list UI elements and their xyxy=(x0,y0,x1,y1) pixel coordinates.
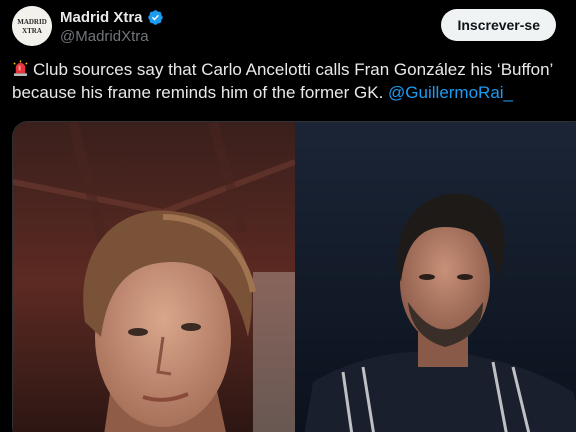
avatar-text-bottom: XTRA xyxy=(22,27,42,35)
display-name[interactable]: Madrid Xtra xyxy=(60,9,143,26)
photo-right xyxy=(295,122,576,432)
tweet-card[interactable]: MADRID XTRA Madrid Xtra @MadridXtra Insc… xyxy=(0,0,576,432)
tweet-header: MADRID XTRA Madrid Xtra @MadridXtra Insc… xyxy=(12,6,560,46)
police-siren-icon xyxy=(12,60,29,77)
tweet-text-line-2: because his frame reminds him of the for… xyxy=(12,81,574,104)
mention-link[interactable]: @GuillermoRai_ xyxy=(388,83,513,102)
account-handle[interactable]: @MadridXtra xyxy=(60,28,164,45)
follow-button[interactable]: Inscrever-se xyxy=(441,9,556,41)
avatar-text-top: MADRID xyxy=(17,18,47,26)
verified-badge-icon xyxy=(147,9,164,26)
avatar[interactable]: MADRID XTRA xyxy=(12,6,52,46)
photo-left xyxy=(13,122,297,432)
tweet-text-body-1: Club sources say that Carlo Ancelotti ca… xyxy=(33,60,554,79)
tweet-text-body-2: because his frame reminds him of the for… xyxy=(12,83,384,102)
tweet-text: Club sources say that Carlo Ancelotti ca… xyxy=(12,58,574,104)
account-names: Madrid Xtra @MadridXtra xyxy=(60,7,164,45)
tweet-text-line-1: Club sources say that Carlo Ancelotti ca… xyxy=(12,58,574,81)
tweet-media-image[interactable] xyxy=(12,121,576,432)
